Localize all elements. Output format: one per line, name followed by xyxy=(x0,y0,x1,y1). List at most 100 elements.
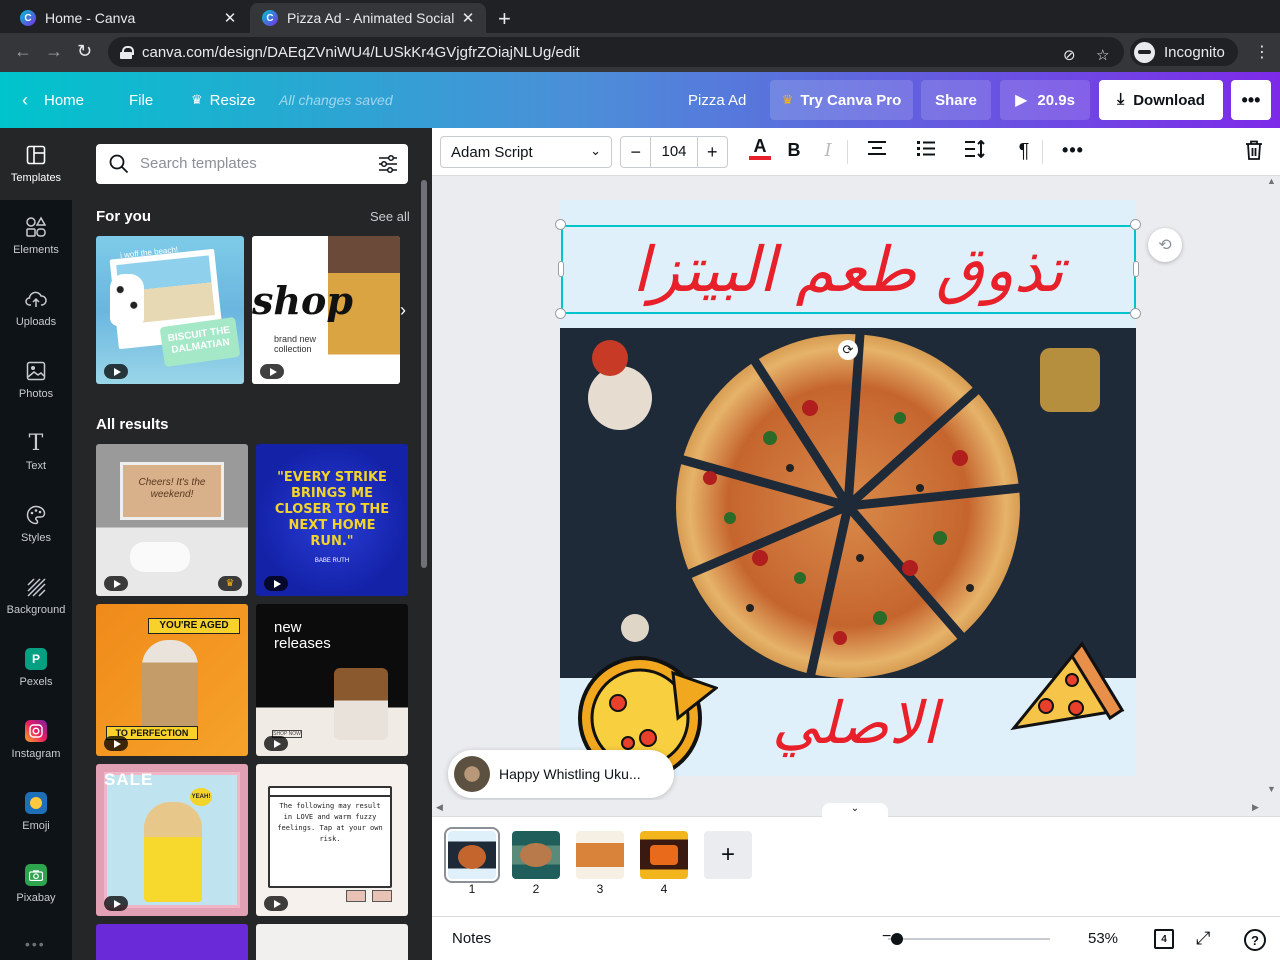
template-card-aged[interactable]: YOU'RE AGED TO PERFECTION xyxy=(96,604,248,756)
spacing-icon[interactable] xyxy=(963,139,987,163)
more-toolbar-icon[interactable]: ••• xyxy=(1061,140,1085,161)
see-all-link[interactable]: See all xyxy=(370,209,410,224)
rail-item-styles[interactable]: Styles xyxy=(0,488,72,560)
rail-item-pixabay[interactable]: Pixabay xyxy=(0,848,72,920)
notes-button[interactable]: Notes xyxy=(452,930,491,947)
template-card-shop[interactable]: shop brand new collection xyxy=(252,236,400,384)
forward-icon[interactable]: → xyxy=(45,41,63,62)
page-thumb-2[interactable] xyxy=(512,831,560,879)
incognito-indicator[interactable]: Incognito xyxy=(1130,38,1238,66)
uploads-icon xyxy=(25,288,47,310)
scroll-left-icon[interactable]: ◀ xyxy=(436,802,443,813)
play-preview-button[interactable]: ▶ 20.9s xyxy=(1000,80,1090,120)
template-card-dalmatian[interactable]: BISCUIT THE DALMATIAN i woff the beach! xyxy=(96,236,244,384)
resize-handle-right[interactable] xyxy=(1133,261,1139,277)
file-menu-button[interactable]: File xyxy=(129,72,153,128)
resize-handle-br[interactable] xyxy=(1130,308,1141,319)
trash-icon[interactable] xyxy=(1242,140,1266,165)
font-size-value[interactable]: 104 xyxy=(650,137,698,167)
scroll-down-icon[interactable]: ▼ xyxy=(1267,784,1276,794)
page-thumb-4[interactable] xyxy=(640,831,688,879)
more-apps-icon[interactable]: ••• xyxy=(25,936,46,952)
close-tab-icon[interactable]: ✕ xyxy=(460,9,476,27)
zoom-level[interactable]: 53% xyxy=(1088,930,1118,947)
design-title[interactable]: Pizza Ad xyxy=(688,72,746,128)
home-button[interactable]: ‹ Home xyxy=(22,72,84,128)
resize-handle-tl[interactable] xyxy=(555,219,566,230)
scroll-up-icon[interactable]: ▲ xyxy=(1267,176,1276,186)
card-sub: BABE RUTH xyxy=(314,558,350,564)
rail-item-uploads[interactable]: Uploads xyxy=(0,272,72,344)
close-tab-icon[interactable]: ✕ xyxy=(222,9,238,27)
try-canva-pro-button[interactable]: ♛ Try Canva Pro xyxy=(770,80,913,120)
page-count-icon[interactable]: 4 xyxy=(1154,929,1174,949)
rail-item-emoji[interactable]: Emoji xyxy=(0,776,72,848)
rail-item-elements[interactable]: Elements xyxy=(0,200,72,272)
align-center-icon[interactable] xyxy=(865,140,889,161)
page-thumb-1[interactable] xyxy=(444,827,500,883)
template-card-love-notice[interactable]: The following may result in LOVE and war… xyxy=(256,764,408,916)
rail-item-templates[interactable]: Templates xyxy=(0,128,72,200)
zoom-slider[interactable] xyxy=(888,938,1050,940)
text-direction-icon[interactable]: ¶ xyxy=(1012,140,1036,163)
template-card-new-releases[interactable]: new releases SHOP NOW xyxy=(256,604,408,756)
rail-item-photos[interactable]: Photos xyxy=(0,344,72,416)
increase-size-icon[interactable]: + xyxy=(698,142,727,163)
card-text: Cheers! It's the weekend! xyxy=(120,462,224,520)
bold-icon[interactable]: B xyxy=(782,140,806,161)
tracking-blocked-icon[interactable]: ⊘ xyxy=(1063,46,1076,64)
bookmark-star-icon[interactable]: ☆ xyxy=(1096,46,1109,64)
rail-item-pexels[interactable]: P Pexels xyxy=(0,632,72,704)
template-card-cheers[interactable]: Cheers! It's the weekend! ♛ xyxy=(96,444,248,596)
search-templates-field[interactable]: Search templates xyxy=(96,144,408,184)
refresh-animation-icon[interactable]: ⟲ xyxy=(1148,228,1182,262)
resize-handle-bl[interactable] xyxy=(555,308,566,319)
pizza-photo[interactable] xyxy=(560,328,1136,679)
browser-menu-icon[interactable]: ⋮ xyxy=(1254,42,1270,62)
add-page-button[interactable]: + xyxy=(704,831,752,879)
rail-item-text[interactable]: T Text xyxy=(0,416,72,488)
zoom-out-icon[interactable]: − xyxy=(882,928,891,946)
resize-button[interactable]: ♛ Resize xyxy=(191,72,256,128)
font-family-select[interactable]: Adam Script ⌄ xyxy=(440,136,612,168)
rail-item-instagram[interactable]: Instagram xyxy=(0,704,72,776)
rail-item-background[interactable]: Background xyxy=(0,560,72,632)
browser-tab-home[interactable]: C Home - Canva ✕ xyxy=(8,3,248,33)
more-options-icon[interactable]: ••• xyxy=(1231,80,1271,120)
card-text: The following may result in LOVE and war… xyxy=(277,802,383,843)
browser-tab-pizza-ad[interactable]: C Pizza Ad - Animated Social ✕ xyxy=(250,3,486,33)
template-card-babe-ruth[interactable]: "EVERY STRIKE BRINGS ME CLOSER TO THE NE… xyxy=(256,444,408,596)
reload-icon[interactable]: ↻ xyxy=(77,41,92,62)
canvas-vertical-scrollbar[interactable]: ▲ ▼ xyxy=(1264,176,1280,800)
zoom-slider-handle[interactable] xyxy=(891,933,903,945)
panel-scrollbar[interactable] xyxy=(421,180,427,568)
fullscreen-icon[interactable]: ⤢ xyxy=(1196,928,1210,949)
help-icon[interactable]: ? xyxy=(1244,929,1266,951)
italic-icon[interactable]: I xyxy=(816,140,840,161)
page-thumb-3[interactable] xyxy=(576,831,624,879)
rotate-handle-icon[interactable]: ⟳ xyxy=(838,340,858,360)
resize-handle-tr[interactable] xyxy=(1130,219,1141,230)
template-card-sale[interactable]: SALE YEAH! xyxy=(96,764,248,916)
back-icon[interactable]: ← xyxy=(14,41,32,62)
hide-pages-icon[interactable]: ⌄ xyxy=(822,803,888,819)
filter-icon[interactable] xyxy=(378,154,398,174)
scroll-right-icon[interactable]: ▶ xyxy=(1252,802,1259,813)
new-tab-icon[interactable]: + xyxy=(498,6,511,32)
play-badge-icon xyxy=(104,576,128,591)
list-icon[interactable] xyxy=(914,140,938,161)
resize-handle-left[interactable] xyxy=(558,261,564,277)
url-field[interactable]: canva.com/design/DAEqZVniWU4/LUSkKr4GVjg… xyxy=(108,37,1124,67)
download-button[interactable]: ⤓ Download xyxy=(1099,80,1223,120)
carousel-next-icon[interactable]: › xyxy=(400,300,406,321)
template-card-partial-collage[interactable] xyxy=(256,924,408,960)
rail-label: Templates xyxy=(10,172,62,184)
share-button[interactable]: Share xyxy=(921,80,991,120)
footer-text[interactable]: الاصلي xyxy=(740,678,970,768)
text-color-icon[interactable]: A xyxy=(748,136,772,160)
decrease-size-icon[interactable]: − xyxy=(621,142,650,163)
template-card-partial-purple[interactable] xyxy=(96,924,248,960)
audio-track-pill[interactable]: Happy Whistling Uku... xyxy=(448,750,674,798)
background-icon xyxy=(25,576,47,598)
font-size-stepper[interactable]: − 104 + xyxy=(620,136,728,168)
